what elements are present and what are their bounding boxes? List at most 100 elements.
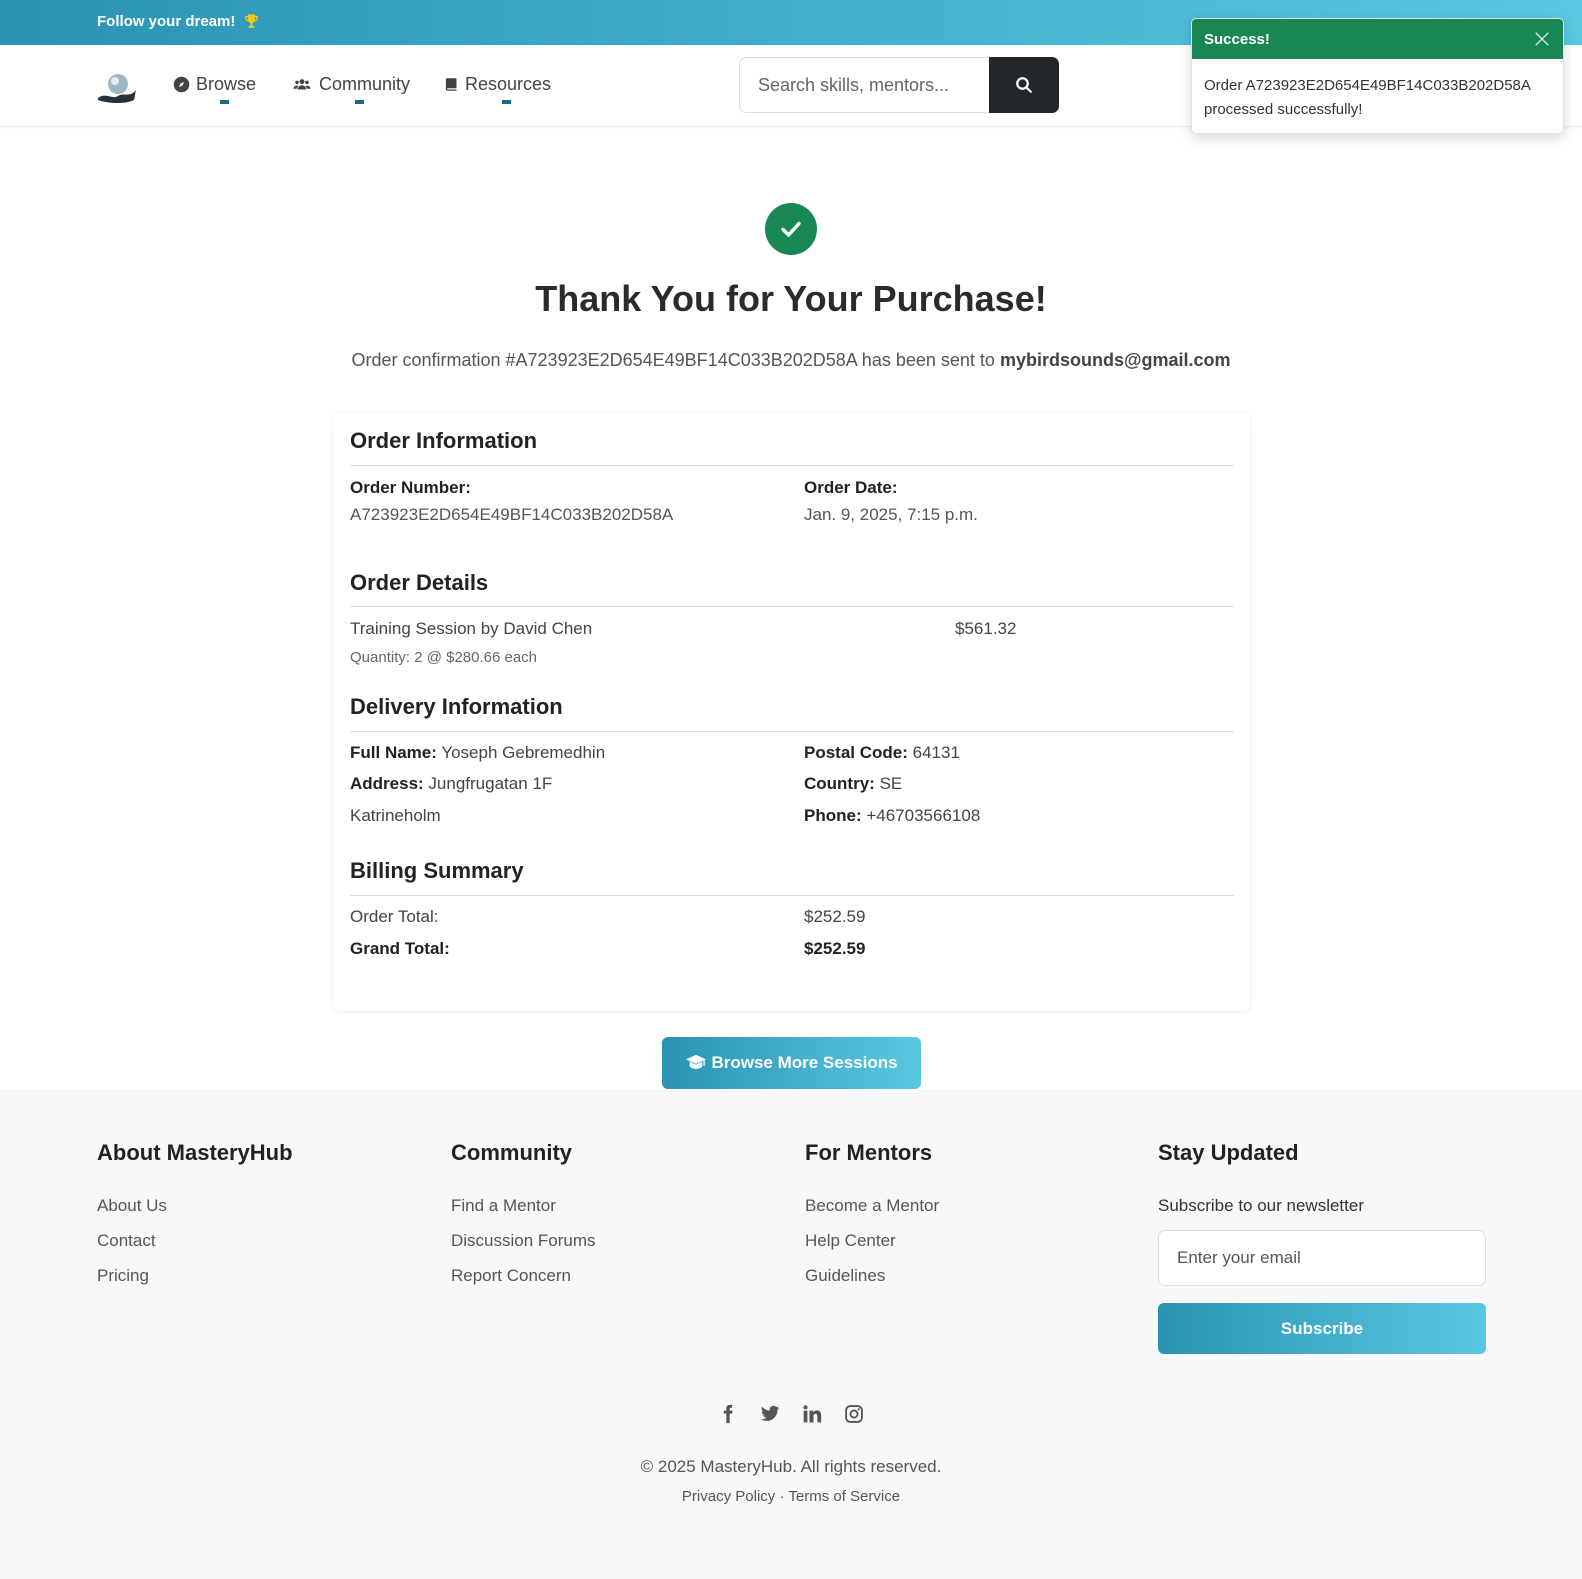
- check-icon: [765, 203, 817, 255]
- order-date-label: Order Date:: [804, 478, 898, 497]
- item-price: $561.32: [955, 619, 1017, 638]
- phone-row: Phone: +46703566108: [804, 806, 980, 826]
- footer-link-contact[interactable]: Contact: [97, 1231, 293, 1251]
- footer-about: About MasteryHub About Us Contact Pricin…: [97, 1140, 293, 1301]
- nav-indicator: [502, 100, 511, 104]
- footer-mentors-title: For Mentors: [805, 1140, 933, 1165]
- item-quantity: Quantity: 2 @ $280.66 each: [350, 649, 538, 666]
- linkedin-icon[interactable]: [802, 1404, 822, 1424]
- nav-community-label: Community: [319, 74, 411, 94]
- postal-code: 64131: [912, 743, 960, 762]
- phone: +46703566108: [866, 806, 981, 825]
- search-bar: [739, 57, 1059, 113]
- grand-total-label: Grand Total:: [350, 939, 450, 958]
- footer-mentors: For Mentors Become a Mentor Help Center …: [805, 1140, 939, 1301]
- browse-more-label: Browse More Sessions: [711, 1053, 898, 1072]
- browse-more-button[interactable]: Browse More Sessions: [662, 1037, 921, 1089]
- search-button[interactable]: [989, 57, 1059, 113]
- instagram-icon[interactable]: [844, 1404, 864, 1424]
- country-label: Country:: [804, 774, 875, 793]
- country-row: Country: SE: [804, 774, 902, 794]
- confirmation-email: mybirdsounds@gmail.com: [999, 350, 1231, 370]
- toast-message: Order A723923E2D654E49BF14C033B202D58A p…: [1204, 77, 1531, 118]
- order-number: A723923E2D654E49BF14C033B202D58A: [350, 505, 674, 524]
- footer-link-help[interactable]: Help Center: [805, 1231, 939, 1251]
- order-total: $252.59: [804, 907, 866, 926]
- footer-link-find-mentor[interactable]: Find a Mentor: [451, 1196, 596, 1216]
- legal-separator: ·: [779, 1488, 785, 1505]
- newsletter-label: Subscribe to our newsletter: [1158, 1196, 1364, 1215]
- compass-icon: [173, 76, 190, 93]
- copyright: © 2025 MasteryHub. All rights reserved.: [640, 1457, 942, 1476]
- terms-link[interactable]: Terms of Service: [788, 1488, 900, 1505]
- order-card: Order Information Order Number: A723923E…: [333, 413, 1250, 1011]
- divider: [350, 731, 1234, 732]
- full-name: Yoseph Gebremedhin: [441, 743, 606, 762]
- footer-link-guidelines[interactable]: Guidelines: [805, 1266, 939, 1286]
- social-links: [0, 1404, 1582, 1424]
- footer-link-pricing[interactable]: Pricing: [97, 1266, 293, 1286]
- nav-indicator: [355, 100, 364, 104]
- address: Jungfrugatan 1F: [428, 774, 553, 793]
- footer-about-title: About MasteryHub: [97, 1140, 293, 1165]
- footer-link-about-us[interactable]: About Us: [97, 1196, 293, 1216]
- footer-community: Community Find a Mentor Discussion Forum…: [451, 1140, 596, 1301]
- nav-browse-label: Browse: [196, 74, 257, 94]
- footer-link-become-mentor[interactable]: Become a Mentor: [805, 1196, 939, 1216]
- promo: Follow your dream!: [97, 13, 260, 30]
- order-info-title: Order Information: [350, 428, 538, 453]
- nav-community[interactable]: Community: [291, 74, 411, 104]
- postal-row: Postal Code: 64131: [804, 743, 960, 763]
- footer: About MasteryHub About Us Contact Pricin…: [0, 1089, 1582, 1579]
- graduation-cap-icon: [686, 1054, 707, 1069]
- footer-newsletter-title: Stay Updated: [1158, 1140, 1299, 1165]
- confirmation-text: Order confirmation #A723923E2D654E49BF14…: [351, 350, 995, 370]
- toast-header: Success!: [1192, 19, 1563, 59]
- divider: [350, 895, 1234, 896]
- postal-label: Postal Code:: [804, 743, 908, 762]
- checkmark-icon: [781, 221, 801, 237]
- newsletter-email-input[interactable]: [1158, 1230, 1486, 1286]
- grand-total: $252.59: [804, 939, 866, 958]
- divider: [350, 606, 1234, 607]
- order-date: Jan. 9, 2025, 7:15 p.m.: [804, 505, 978, 524]
- search-icon: [1016, 77, 1032, 93]
- order-details-title: Order Details: [350, 570, 489, 595]
- full-name-row: Full Name: Yoseph Gebremedhin: [350, 743, 605, 763]
- toast-title: Success!: [1204, 30, 1270, 48]
- nav-indicator: [220, 100, 229, 104]
- footer-link-report[interactable]: Report Concern: [451, 1266, 596, 1286]
- facebook-icon[interactable]: [718, 1404, 738, 1424]
- nav-resources-label: Resources: [465, 74, 552, 94]
- users-icon: [293, 79, 311, 90]
- search-input[interactable]: [739, 57, 989, 113]
- nav-resources[interactable]: Resources: [444, 74, 552, 104]
- success-toast: Success! Order A723923E2D654E49BF14C033B…: [1191, 18, 1564, 134]
- privacy-policy-link[interactable]: Privacy Policy: [682, 1488, 775, 1505]
- close-icon[interactable]: [1533, 30, 1551, 48]
- address-label: Address:: [350, 774, 424, 793]
- subscribe-button[interactable]: Subscribe: [1158, 1303, 1486, 1354]
- delivery-title: Delivery Information: [350, 694, 563, 719]
- billing-title: Billing Summary: [350, 858, 524, 883]
- trophy-icon: [245, 14, 259, 28]
- divider: [350, 465, 1234, 466]
- book-icon: [445, 78, 457, 91]
- city: Katrineholm: [350, 806, 441, 825]
- legal-links: Privacy Policy · Terms of Service: [0, 1488, 1582, 1505]
- full-name-label: Full Name:: [350, 743, 437, 762]
- promo-text: Follow your dream!: [97, 13, 236, 30]
- item-name: Training Session by David Chen: [350, 619, 593, 638]
- footer-community-title: Community: [451, 1140, 572, 1165]
- order-total-label: Order Total:: [350, 907, 439, 926]
- country: SE: [879, 774, 903, 793]
- address-row: Address: Jungfrugatan 1F: [350, 774, 552, 794]
- order-number-label: Order Number:: [350, 478, 471, 497]
- logo-icon[interactable]: [96, 70, 138, 104]
- footer-newsletter: Stay Updated Subscribe to our newsletter…: [1158, 1140, 1582, 1354]
- footer-link-forums[interactable]: Discussion Forums: [451, 1231, 596, 1251]
- confirmation-message: Order confirmation #A723923E2D654E49BF14…: [0, 350, 1582, 371]
- nav-browse[interactable]: Browse: [173, 74, 257, 104]
- page-title: Thank You for Your Purchase!: [535, 278, 1047, 319]
- twitter-icon[interactable]: [760, 1404, 780, 1424]
